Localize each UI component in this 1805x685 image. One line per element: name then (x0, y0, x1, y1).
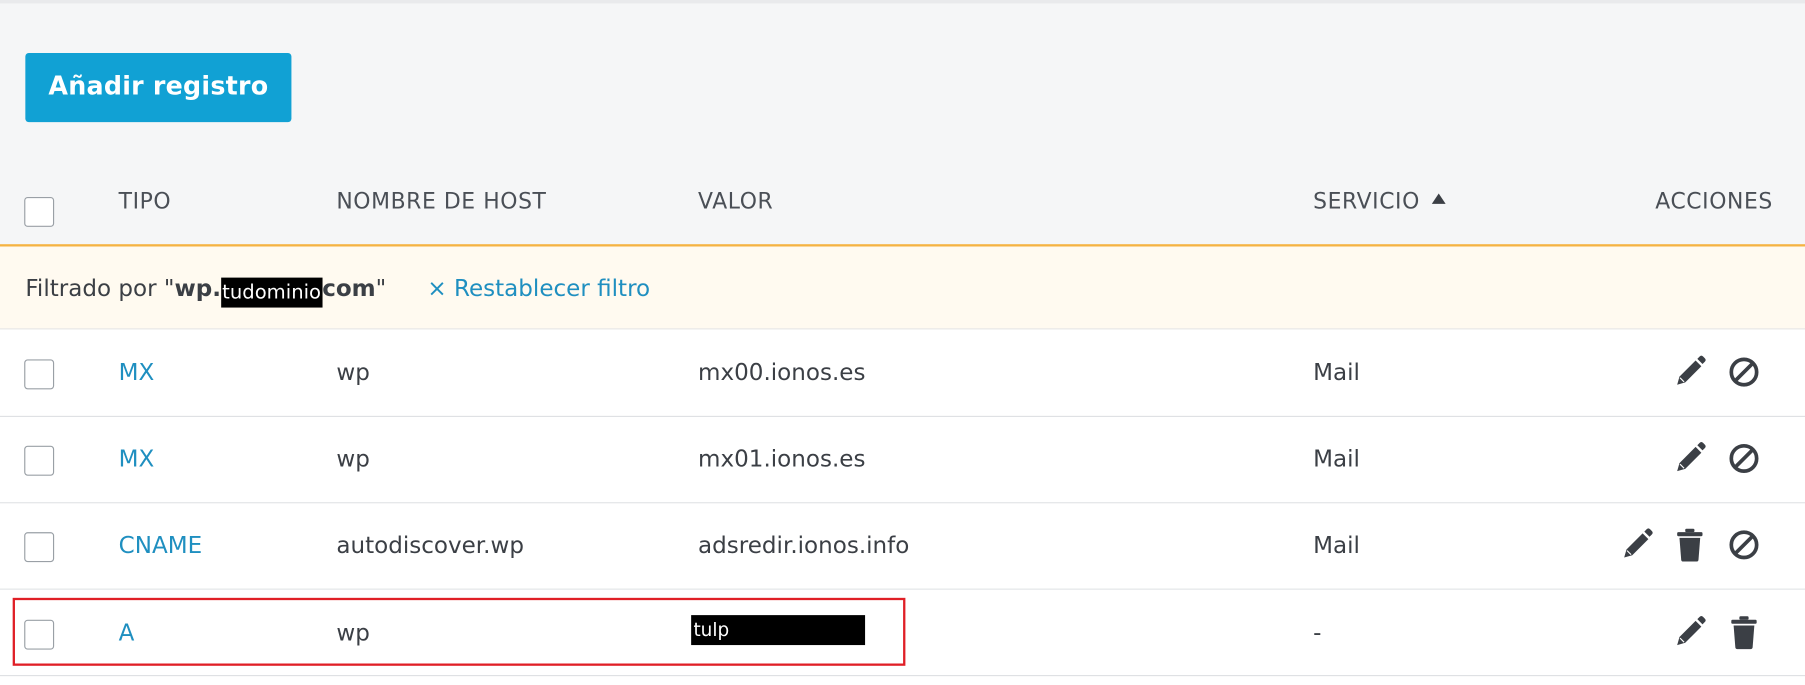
filter-domain-redacted: tudominio (221, 277, 323, 308)
filter-suffix: " (375, 274, 387, 302)
record-host: wp (336, 618, 370, 647)
disable-icon[interactable] (1727, 526, 1762, 563)
column-header-type[interactable]: TIPO (119, 189, 172, 214)
column-header-value[interactable]: VALOR (698, 189, 773, 214)
filter-bar: Filtrado por "wp.tudominiocom" × Restabl… (0, 246, 1805, 330)
record-value: adsredir.ionos.info (698, 531, 910, 559)
table-row: MX wp mx01.ionos.es Mail (0, 416, 1805, 504)
edit-icon[interactable] (1673, 614, 1708, 651)
disable-icon[interactable] (1727, 354, 1762, 391)
record-host: wp (336, 358, 370, 386)
trash-icon[interactable] (1673, 526, 1708, 563)
record-service: Mail (1313, 358, 1360, 386)
record-type-link[interactable]: MX (119, 445, 155, 473)
record-value-redacted: tulp (691, 615, 866, 646)
row-checkbox[interactable] (24, 359, 55, 390)
filter-domain-start: wp. (174, 274, 222, 302)
record-host: autodiscover.wp (336, 531, 524, 559)
column-header-service-label: SERVICIO (1313, 188, 1420, 215)
record-host: wp (336, 444, 370, 473)
edit-icon[interactable] (1673, 354, 1708, 391)
header-area: Añadir registro (0, 3, 1805, 246)
column-header-host[interactable]: NOMBRE DE HOST (336, 189, 546, 214)
filter-prefix: Filtrado por " (25, 274, 175, 302)
record-service: - (1313, 618, 1322, 647)
select-all-checkbox[interactable] (24, 196, 55, 227)
column-header-service[interactable]: SERVICIO (1313, 188, 1446, 215)
edit-icon[interactable] (1673, 440, 1708, 477)
record-value: mx01.ionos.es (698, 444, 866, 473)
column-header-actions: ACCIONES (1655, 188, 1773, 215)
record-service: Mail (1313, 531, 1360, 559)
trash-icon[interactable] (1727, 614, 1762, 651)
reset-filter-link[interactable]: × Restablecer filtro (427, 274, 650, 302)
filter-description: Filtrado por "wp.tudominiocom" (25, 274, 387, 308)
row-checkbox[interactable] (24, 445, 55, 476)
row-checkbox[interactable] (24, 619, 55, 650)
table-row: MX wp mx00.ionos.es Mail (0, 330, 1805, 417)
filter-domain-end: com (322, 274, 376, 302)
table-row: A wp - (0, 589, 1805, 677)
edit-icon[interactable] (1620, 526, 1655, 563)
table-row: CNAME autodiscover.wp adsredir.ionos.inf… (0, 503, 1805, 590)
record-service: Mail (1313, 444, 1360, 473)
row-checkbox[interactable] (24, 532, 55, 563)
sort-ascending-icon (1431, 193, 1446, 204)
record-value: mx00.ionos.es (698, 358, 866, 386)
disable-icon[interactable] (1727, 440, 1762, 477)
add-record-button[interactable]: Añadir registro (25, 52, 292, 123)
record-type-link[interactable]: MX (119, 358, 155, 386)
reset-filter-label: Restablecer filtro (453, 274, 651, 302)
record-type-link[interactable]: CNAME (119, 531, 203, 559)
close-icon: × (427, 274, 447, 302)
record-type-link[interactable]: A (119, 619, 135, 647)
dns-records-panel: Añadir registro TIPO NOMBRE DE HOST VALO… (0, 0, 1805, 685)
